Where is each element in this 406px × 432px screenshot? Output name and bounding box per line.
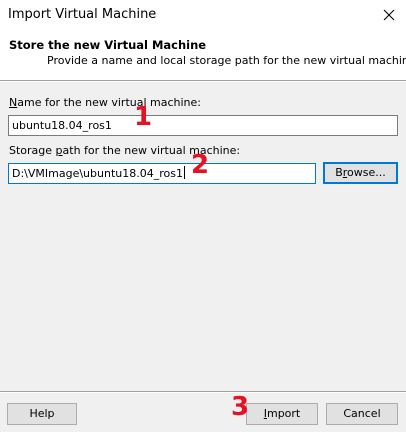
- title-bar: Import Virtual Machine: [0, 0, 406, 30]
- header-title: Store the new Virtual Machine: [9, 38, 207, 52]
- import-button[interactable]: Import: [246, 403, 318, 425]
- header-divider-highlight: [0, 81, 406, 82]
- wizard-header: Store the new Virtual Machine Provide a …: [0, 30, 406, 80]
- annotation-step-2: 2: [191, 150, 210, 180]
- window-title: Import Virtual Machine: [8, 7, 157, 22]
- close-button[interactable]: [372, 0, 406, 30]
- footer-divider-highlight: [0, 392, 406, 393]
- cancel-button[interactable]: Cancel: [326, 403, 398, 425]
- annotation-step-3: 3: [231, 392, 250, 422]
- header-subtitle: Provide a name and local storage path fo…: [47, 54, 406, 67]
- close-icon: [383, 9, 395, 21]
- vm-name-input[interactable]: ubuntu18.04_ros1: [8, 115, 398, 136]
- help-button[interactable]: Help: [7, 403, 77, 425]
- import-vm-dialog: Import Virtual Machine Store the new Vir…: [0, 0, 406, 432]
- browse-button[interactable]: Browse...: [323, 162, 398, 184]
- storage-path-input[interactable]: D:\VMImage\ubuntu18.04_ros1: [8, 163, 316, 184]
- name-label: Name for the new virtual machine:: [9, 96, 202, 109]
- annotation-step-1: 1: [134, 102, 153, 132]
- text-caret: [183, 166, 185, 179]
